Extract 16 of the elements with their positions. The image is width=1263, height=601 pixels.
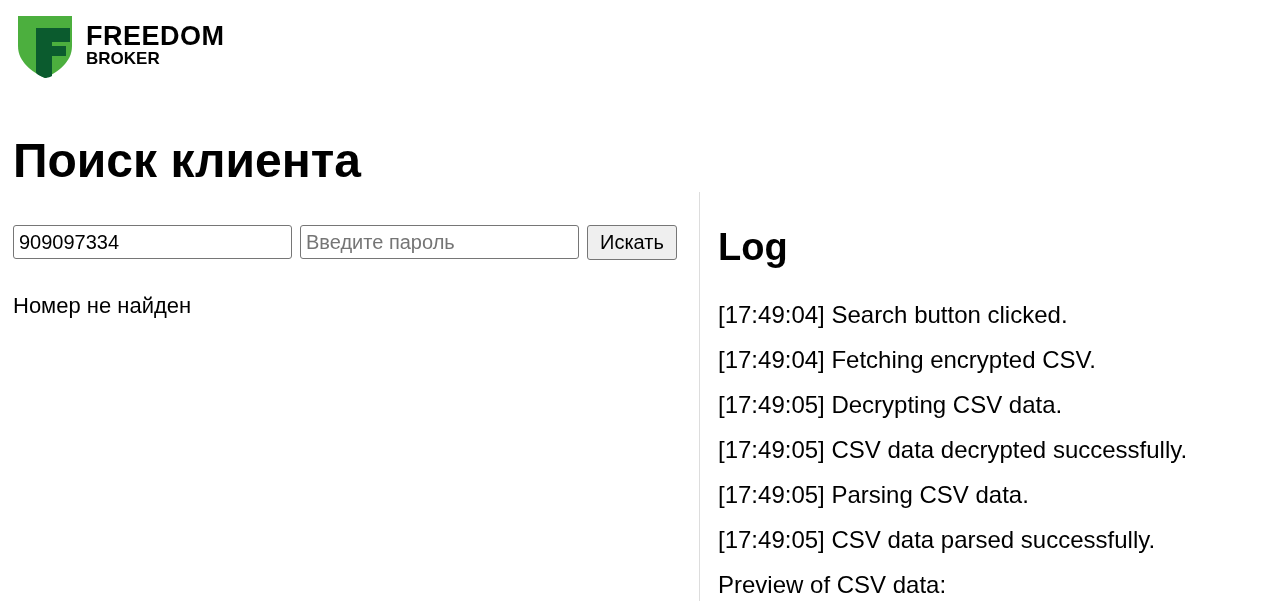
logo-text: FREEDOM — [86, 22, 225, 50]
preview-label: Preview of CSV data: — [718, 571, 948, 598]
result-message: Номер не найден — [13, 293, 193, 319]
log-entry: [17:49:05] CSV data decrypted successfully. — [718, 436, 1188, 463]
log-title: Log — [718, 225, 789, 269]
password-input-field[interactable]: Введите пароль — [300, 225, 579, 259]
log-entry: [17:49:05] Decrypting CSV data. — [718, 391, 1064, 418]
log-entry: [17:49:04] Search button clicked. — [718, 301, 1069, 328]
phone-input-field[interactable]: 909097334 — [13, 225, 292, 259]
search-button[interactable]: Искать — [587, 225, 677, 260]
logo-subtext: BROKER — [86, 50, 161, 68]
log-entry: [17:49:05] CSV data parsed successfully. — [718, 526, 1157, 553]
log-entry: [17:49:05] Parsing CSV data. — [718, 481, 1030, 508]
log-entry: [17:49:04] Fetching encrypted CSV. — [718, 346, 1098, 373]
page-title: Поиск клиента — [13, 133, 363, 188]
shield-logo-icon — [18, 16, 72, 78]
